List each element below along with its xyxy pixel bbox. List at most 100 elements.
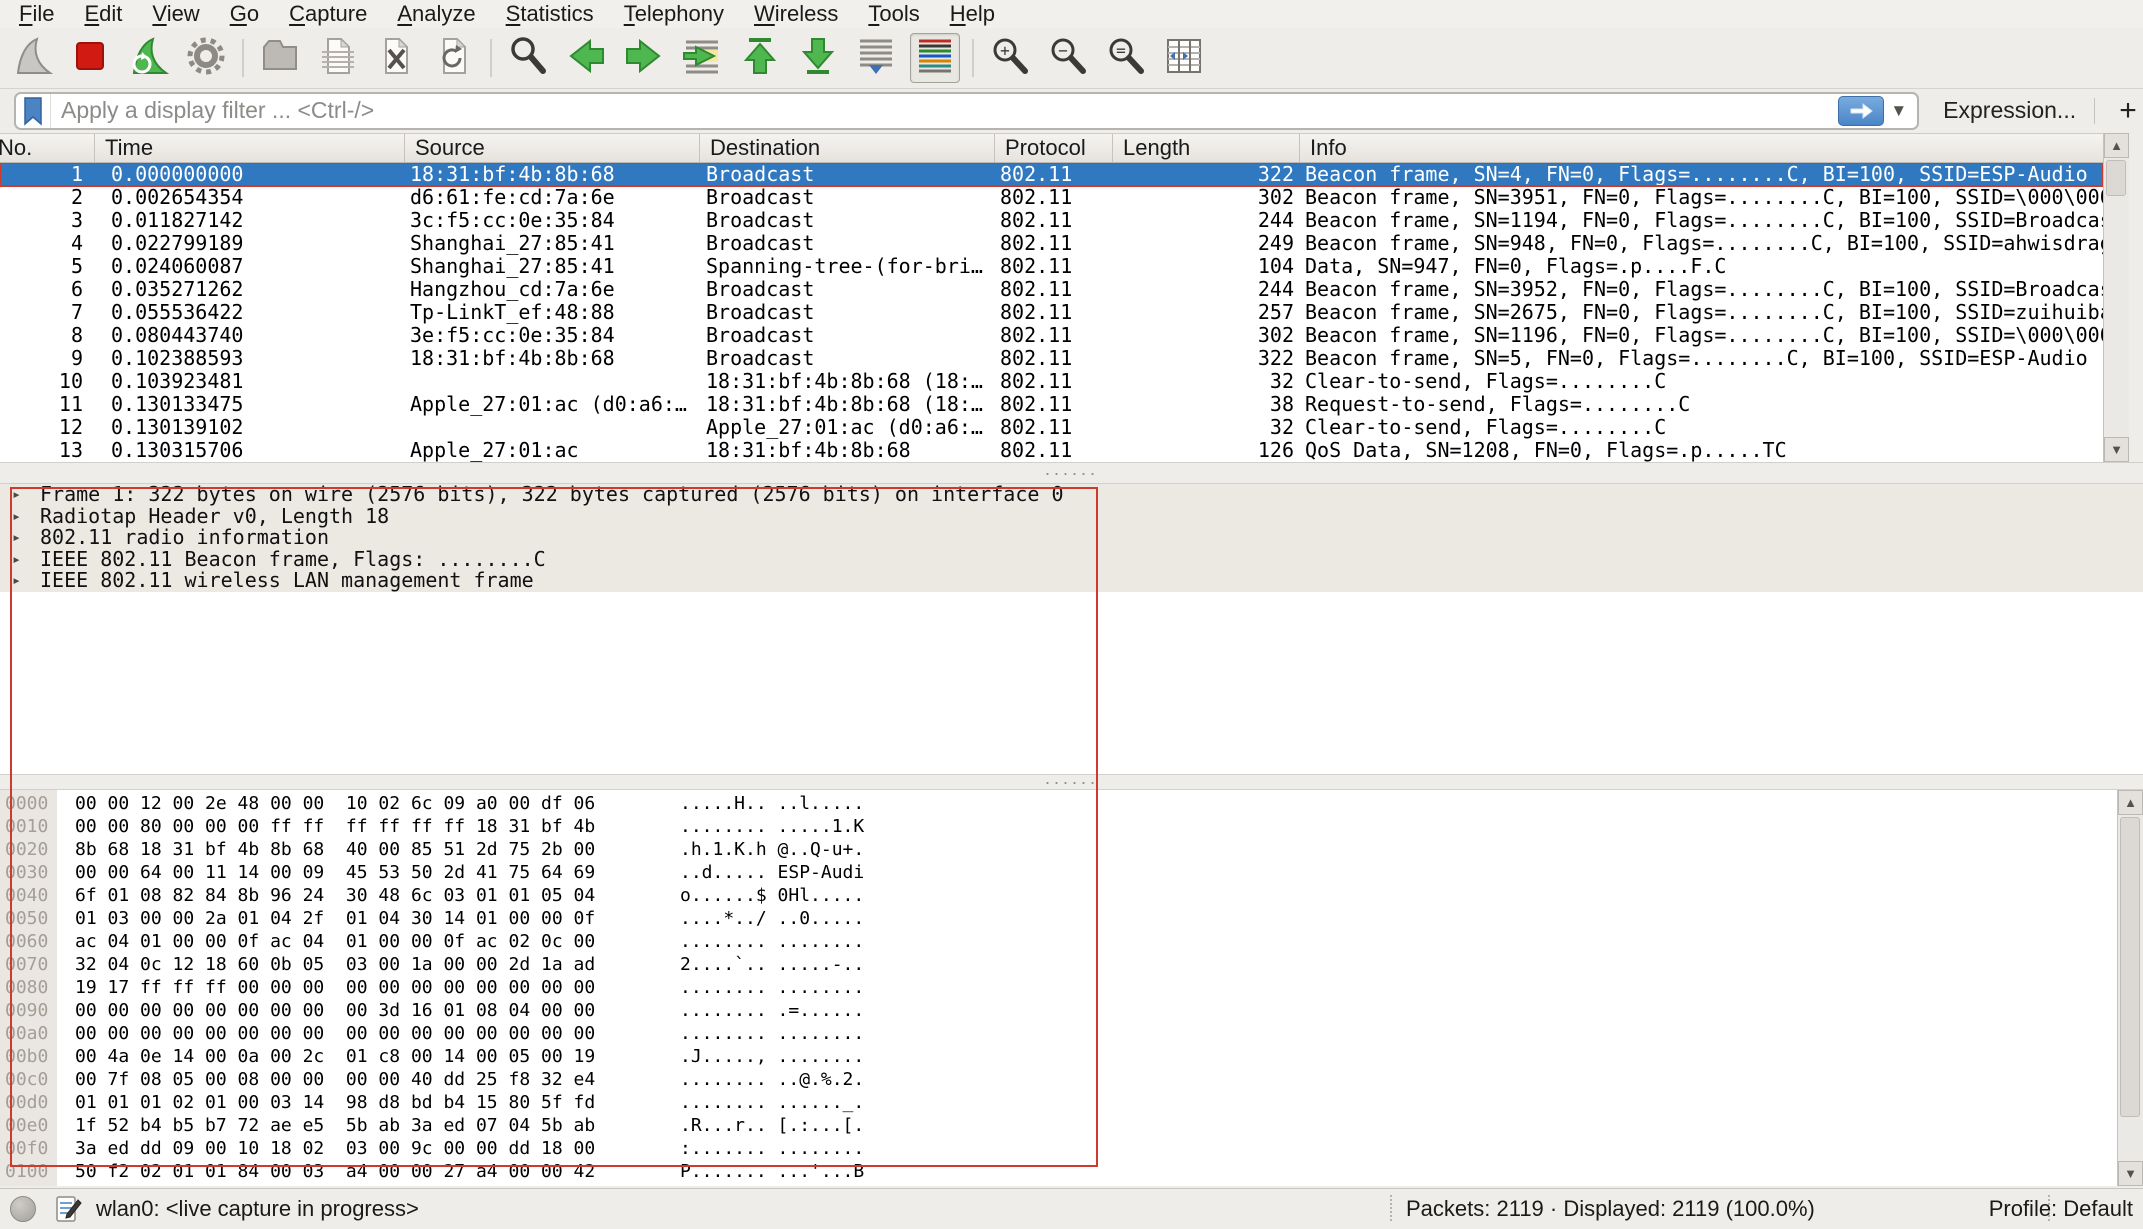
menu-file[interactable]: File (4, 0, 69, 28)
detail-row-3[interactable]: ▸IEEE 802.11 Beacon frame, Flags: ......… (0, 549, 2143, 571)
go-first-button[interactable] (736, 34, 784, 82)
column-header-no[interactable]: No. (0, 134, 95, 162)
hex-row-00d0[interactable]: 00d001 01 01 02 01 00 03 14 98 d8 bd b4 … (0, 1091, 2117, 1114)
menu-telephony[interactable]: Telephony (609, 0, 739, 28)
hex-row-0090[interactable]: 009000 00 00 00 00 00 00 00 00 3d 16 01 … (0, 999, 2117, 1022)
column-header-protocol[interactable]: Protocol (995, 134, 1113, 162)
hex-row-0060[interactable]: 0060ac 04 01 00 00 0f ac 04 01 00 00 0f … (0, 930, 2117, 953)
hex-row-0040[interactable]: 00406f 01 08 82 84 8b 96 24 30 48 6c 03 … (0, 884, 2117, 907)
hex-ascii[interactable]: .....H.. ..l..... (680, 792, 864, 815)
hex-ascii[interactable]: ........ ........ (680, 1022, 864, 1045)
packet-row-6[interactable]: 60.035271262Hangzhou_cd:7a:6eBroadcast80… (0, 278, 2103, 301)
expander-icon[interactable]: ▸ (12, 570, 21, 592)
column-header-destination[interactable]: Destination (700, 134, 995, 162)
scroll-up-button[interactable]: ▲ (2104, 133, 2129, 158)
auto-scroll-button[interactable] (852, 34, 900, 82)
scroll-down-button[interactable]: ▼ (2118, 1161, 2143, 1186)
menu-analyze[interactable]: Analyze (382, 0, 490, 28)
hex-bytes[interactable]: 50 f2 02 01 01 84 00 03 a4 00 00 27 a4 0… (75, 1160, 595, 1183)
add-filter-button[interactable]: + (2113, 94, 2143, 128)
packet-row-12[interactable]: 120.130139102Apple_27:01:ac (d0:a6:…802.… (0, 416, 2103, 439)
packet-row-13[interactable]: 130.130315706Apple_27:01:ac18:31:bf:4b:8… (0, 439, 2103, 462)
menu-help[interactable]: Help (935, 0, 1010, 28)
hex-ascii[interactable]: o......$ 0Hl..... (680, 884, 864, 907)
capture-comment-icon[interactable] (54, 1195, 82, 1229)
hex-ascii[interactable]: ....*../ ..0..... (680, 907, 864, 930)
hex-row-0080[interactable]: 008019 17 ff ff ff 00 00 00 00 00 00 00 … (0, 976, 2117, 999)
detail-row-2[interactable]: ▸802.11 radio information (0, 527, 2143, 549)
hex-ascii[interactable]: ........ ........ (680, 976, 864, 999)
hex-ascii[interactable]: ........ .=...... (680, 999, 864, 1022)
hex-bytes[interactable]: ac 04 01 00 00 0f ac 04 01 00 00 0f ac 0… (75, 930, 595, 953)
hex-bytes[interactable]: 01 01 01 02 01 00 03 14 98 d8 bd b4 15 8… (75, 1091, 595, 1114)
reload-file-button[interactable] (430, 34, 478, 82)
packet-list-scrollbar[interactable]: ▲ ▼ (2103, 133, 2129, 462)
hex-row-00a0[interactable]: 00a000 00 00 00 00 00 00 00 00 00 00 00 … (0, 1022, 2117, 1045)
hex-row-00f0[interactable]: 00f03a ed dd 09 00 10 18 02 03 00 9c 00 … (0, 1137, 2117, 1160)
hex-ascii[interactable]: ........ .....1.K (680, 815, 864, 838)
close-file-button[interactable] (372, 34, 420, 82)
hex-row-0070[interactable]: 007032 04 0c 12 18 60 0b 05 03 00 1a 00 … (0, 953, 2117, 976)
menu-wireless[interactable]: Wireless (739, 0, 853, 28)
hex-row-0010[interactable]: 001000 00 80 00 00 00 ff ff ff ff ff ff … (0, 815, 2117, 838)
display-filter-input[interactable] (51, 97, 1838, 124)
hex-bytes[interactable]: 00 4a 0e 14 00 0a 00 2c 01 c8 00 14 00 0… (75, 1045, 595, 1068)
colorize-button[interactable] (910, 33, 960, 83)
hex-row-00e0[interactable]: 00e01f 52 b4 b5 b7 72 ae e5 5b ab 3a ed … (0, 1114, 2117, 1137)
expert-info-icon[interactable] (10, 1196, 36, 1222)
expander-icon[interactable]: ▸ (12, 549, 21, 571)
filter-bookmark-icon[interactable] (16, 94, 51, 128)
details-bytes-splitter[interactable]: ······ (0, 774, 2143, 790)
hex-row-00c0[interactable]: 00c000 7f 08 05 00 08 00 00 00 00 40 dd … (0, 1068, 2117, 1091)
packet-row-2[interactable]: 20.002654354d6:61:fe:cd:7a:6eBroadcast80… (0, 186, 2103, 209)
splitter-handle-icon[interactable]: ······ (1045, 468, 1099, 478)
hex-ascii[interactable]: .J....., ........ (680, 1045, 864, 1068)
packet-row-3[interactable]: 30.0118271423c:f5:cc:0e:35:84Broadcast80… (0, 209, 2103, 232)
hex-row-0030[interactable]: 003000 00 64 00 11 14 00 09 45 53 50 2d … (0, 861, 2117, 884)
menu-view[interactable]: View (137, 0, 214, 28)
menu-capture[interactable]: Capture (274, 0, 382, 28)
detail-row-4[interactable]: ▸IEEE 802.11 wireless LAN management fra… (0, 570, 2143, 592)
scrollbar-thumb[interactable] (2106, 160, 2126, 196)
hex-row-0000[interactable]: 000000 00 12 00 2e 48 00 00 10 02 6c 09 … (0, 792, 2117, 815)
find-packet-button[interactable] (504, 34, 552, 82)
column-header-time[interactable]: Time (95, 134, 405, 162)
go-to-packet-button[interactable] (678, 34, 726, 82)
hex-bytes[interactable]: 8b 68 18 31 bf 4b 8b 68 40 00 85 51 2d 7… (75, 838, 595, 861)
expander-icon[interactable]: ▸ (12, 506, 21, 528)
hex-bytes[interactable]: 00 00 12 00 2e 48 00 00 10 02 6c 09 a0 0… (75, 792, 595, 815)
hex-bytes[interactable]: 00 00 64 00 11 14 00 09 45 53 50 2d 41 7… (75, 861, 595, 884)
hex-bytes[interactable]: 1f 52 b4 b5 b7 72 ae e5 5b ab 3a ed 07 0… (75, 1114, 595, 1137)
scrollbar-thumb[interactable] (2120, 817, 2140, 1117)
zoom-reset-button[interactable]: = (1102, 34, 1150, 82)
go-back-button[interactable] (562, 34, 610, 82)
hex-row-0020[interactable]: 00208b 68 18 31 bf 4b 8b 68 40 00 85 51 … (0, 838, 2117, 861)
column-header-source[interactable]: Source (405, 134, 700, 162)
hex-ascii[interactable]: :....... ........ (680, 1137, 864, 1160)
splitter-handle-icon[interactable]: ······ (1045, 777, 1099, 787)
hex-ascii[interactable]: P....... ...'...B (680, 1160, 864, 1183)
packet-row-1[interactable]: 10.00000000018:31:bf:4b:8b:68Broadcast80… (0, 163, 2103, 186)
zoom-out-button[interactable]: − (1044, 34, 1092, 82)
hex-ascii[interactable]: ........ ......_. (680, 1091, 864, 1114)
hex-bytes[interactable]: 01 03 00 00 2a 01 04 2f 01 04 30 14 01 0… (75, 907, 595, 930)
hex-row-0100[interactable]: 010050 f2 02 01 01 84 00 03 a4 00 00 27 … (0, 1160, 2117, 1183)
packet-row-5[interactable]: 50.024060087Shanghai_27:85:41Spanning-tr… (0, 255, 2103, 278)
hex-bytes[interactable]: 3a ed dd 09 00 10 18 02 03 00 9c 00 00 d… (75, 1137, 595, 1160)
hex-bytes[interactable]: 19 17 ff ff ff 00 00 00 00 00 00 00 00 0… (75, 976, 595, 999)
save-file-button[interactable] (314, 34, 362, 82)
go-last-button[interactable] (794, 34, 842, 82)
apply-filter-button[interactable] (1838, 96, 1884, 126)
hex-ascii[interactable]: ..d..... ESP-Audi (680, 861, 864, 884)
column-header-length[interactable]: Length (1113, 134, 1300, 162)
capture-options-button[interactable] (182, 34, 230, 82)
go-forward-button[interactable] (620, 34, 668, 82)
hex-bytes[interactable]: 00 00 00 00 00 00 00 00 00 00 00 00 00 0… (75, 1022, 595, 1045)
hex-ascii[interactable]: .h.1.K.h @..Q-u+. (680, 838, 864, 861)
hex-ascii[interactable]: ........ ........ (680, 930, 864, 953)
resize-columns-button[interactable] (1160, 34, 1208, 82)
hex-row-00b0[interactable]: 00b000 4a 0e 14 00 0a 00 2c 01 c8 00 14 … (0, 1045, 2117, 1068)
stop-capture-button[interactable] (66, 34, 114, 82)
packet-row-11[interactable]: 110.130133475Apple_27:01:ac (d0:a6:…18:3… (0, 393, 2103, 416)
list-details-splitter[interactable]: ······ (0, 462, 2143, 484)
